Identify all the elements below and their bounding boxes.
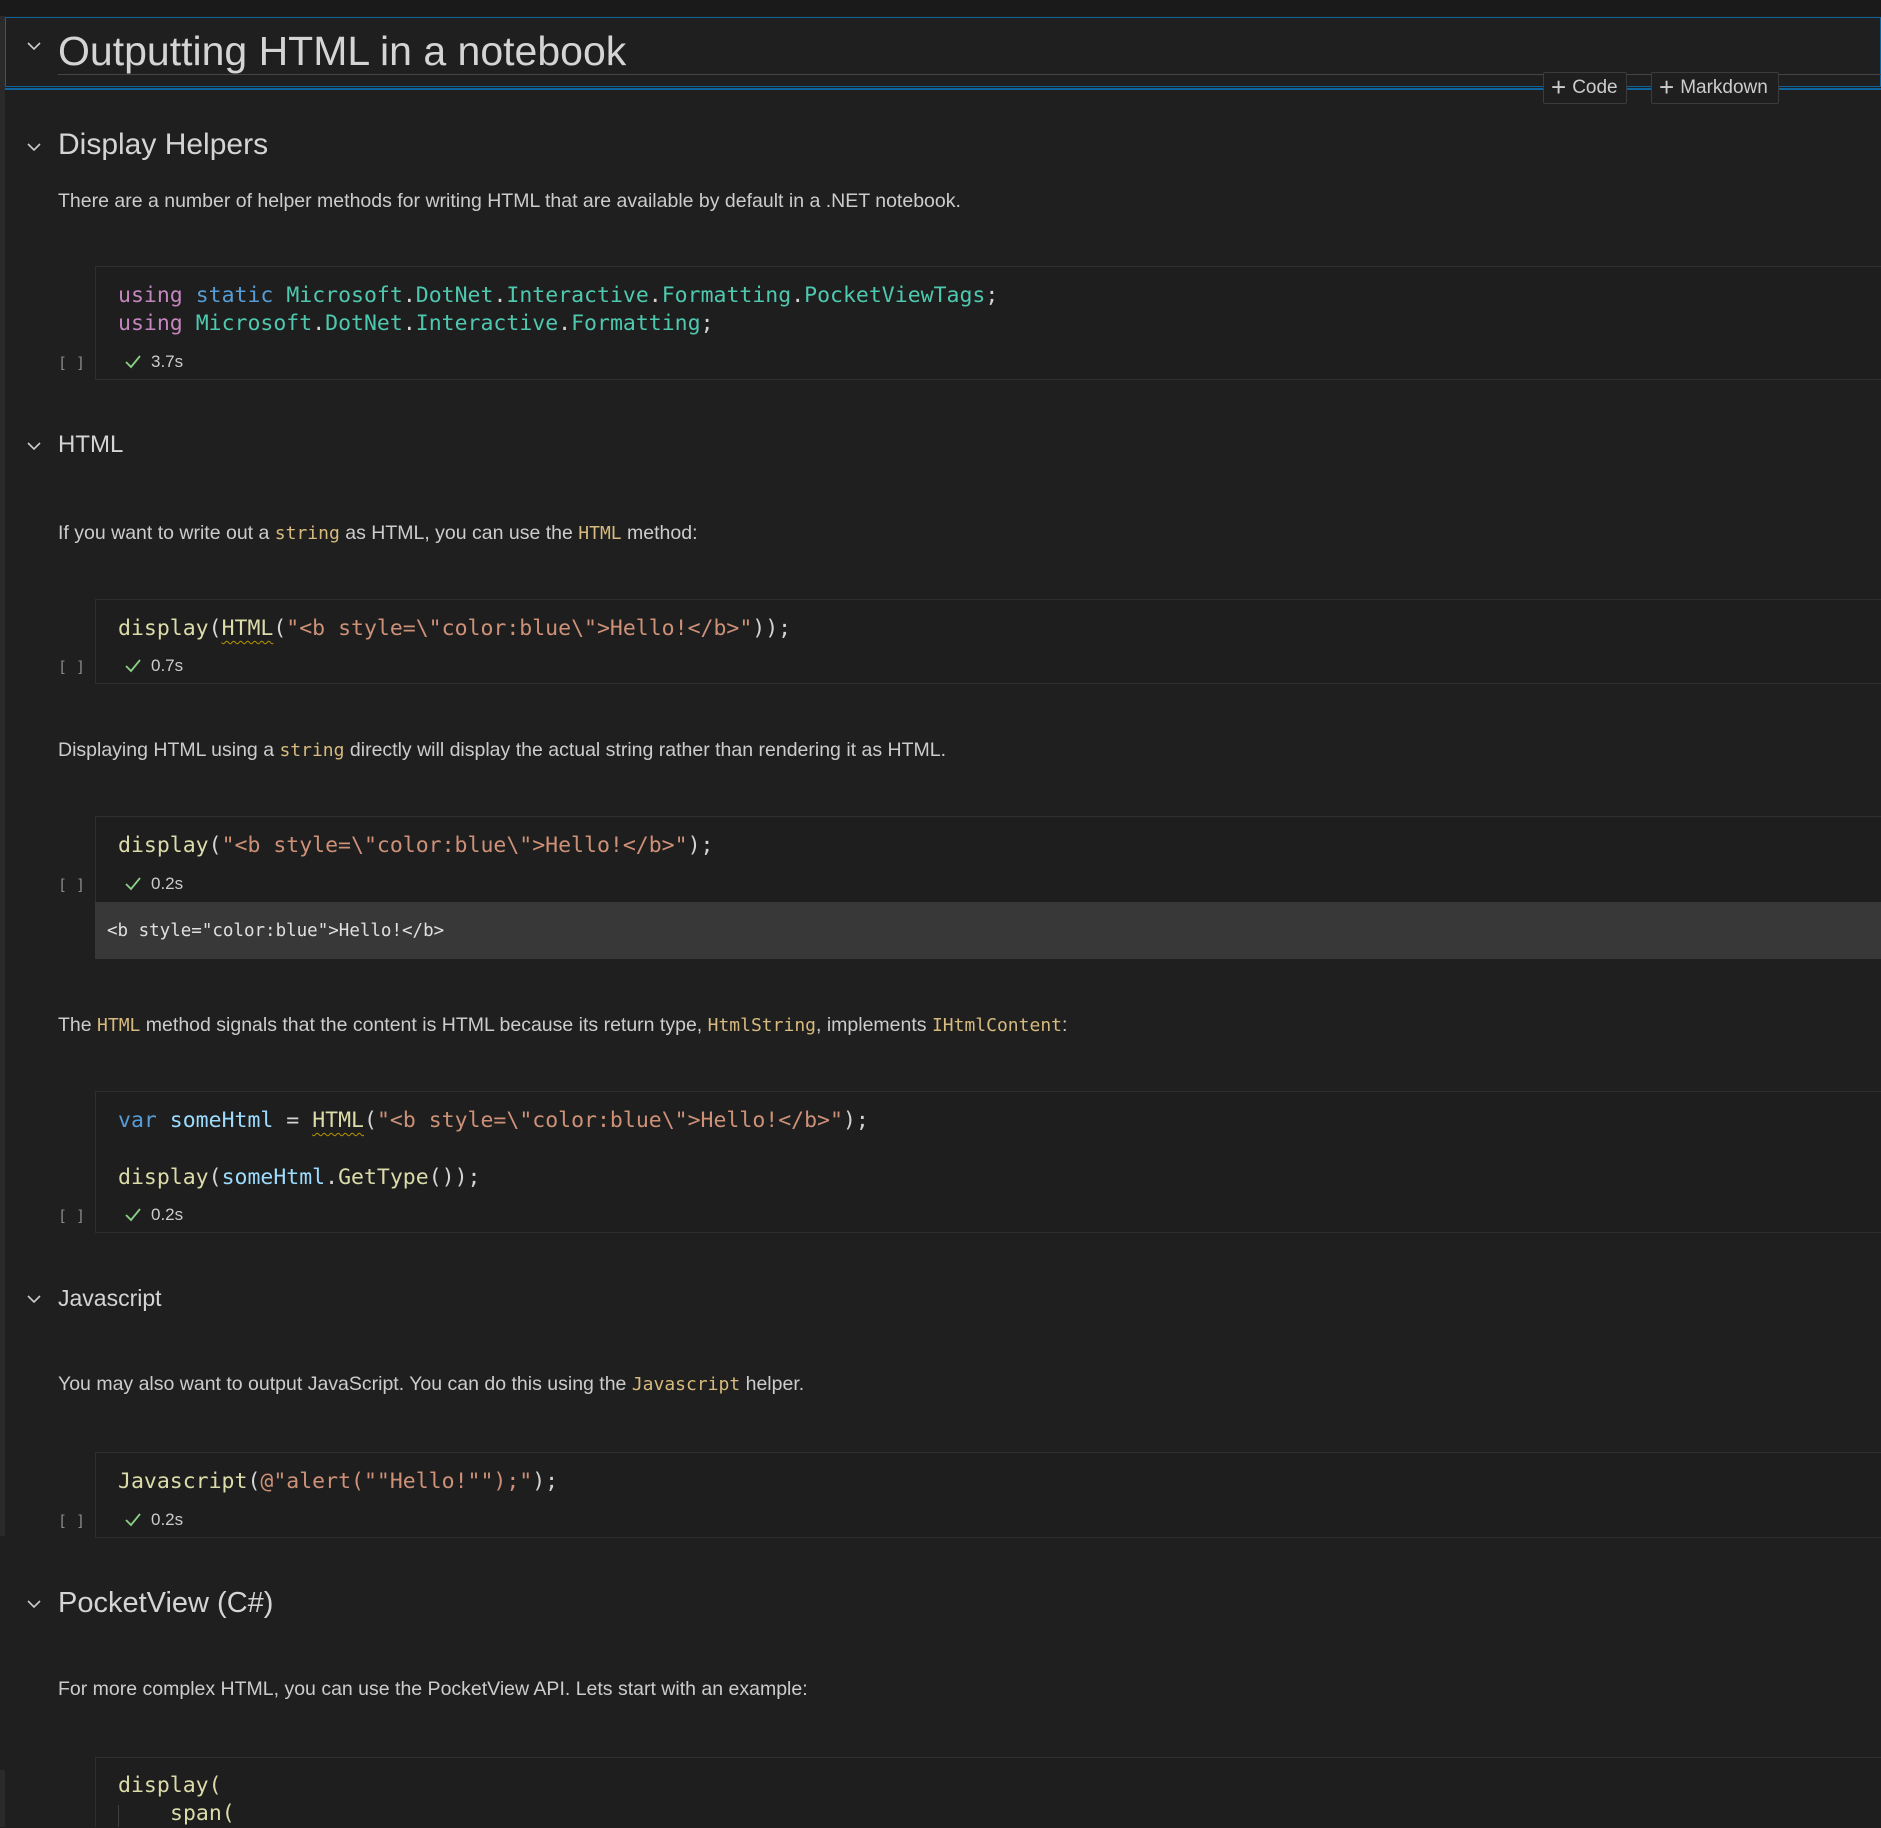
collapse-chevron-icon[interactable] xyxy=(24,36,44,56)
execution-order: [ ] xyxy=(58,876,86,894)
execution-order: [ ] xyxy=(58,658,86,676)
paragraph: You may also want to output JavaScript. … xyxy=(58,1373,805,1395)
execution-order: [ ] xyxy=(58,1512,86,1530)
indent-guide xyxy=(118,1805,119,1827)
plus-icon: + xyxy=(1551,71,1567,102)
collapse-chevron-icon[interactable] xyxy=(24,1289,44,1309)
section-heading: Javascript xyxy=(58,1285,162,1311)
editor-top-band xyxy=(0,0,1881,16)
section-heading: HTML xyxy=(58,431,124,458)
paragraph: There are a number of helper methods for… xyxy=(58,190,961,212)
section-heading: Display Helpers xyxy=(58,128,269,161)
check-icon xyxy=(125,1208,141,1222)
cell-gutter-rail-lower xyxy=(0,1770,5,1827)
add-markdown-cell-button[interactable]: + Markdown xyxy=(1651,72,1779,104)
add-markdown-label: Markdown xyxy=(1680,77,1768,98)
notebook-title: Outputting HTML in a notebook xyxy=(58,28,627,74)
code-line[interactable]: span( xyxy=(170,1800,235,1828)
execution-status: 3.7s xyxy=(123,352,183,372)
check-icon xyxy=(125,355,141,369)
execution-status: 0.7s xyxy=(123,656,183,676)
execution-status: 0.2s xyxy=(123,874,183,894)
collapse-chevron-icon[interactable] xyxy=(24,137,44,157)
code-line[interactable]: using Microsoft.DotNet.Interactive.Forma… xyxy=(118,310,714,338)
check-icon xyxy=(125,1513,141,1527)
cell-output[interactable]: <b style="color:blue">Hello!</b> xyxy=(95,902,1881,959)
paragraph: The HTML method signals that the content… xyxy=(58,1014,1068,1036)
collapse-chevron-icon[interactable] xyxy=(24,1594,44,1614)
execution-status: 0.2s xyxy=(123,1510,183,1530)
code-line[interactable]: display("<b style=\"color:blue\">Hello!<… xyxy=(118,832,713,860)
code-cell[interactable] xyxy=(95,1757,1881,1827)
add-code-cell-button[interactable]: + Code xyxy=(1543,72,1627,104)
check-icon xyxy=(125,659,141,673)
execution-status: 0.2s xyxy=(123,1205,183,1225)
code-line[interactable]: display(someHtml.GetType()); xyxy=(118,1164,480,1192)
code-line[interactable]: display( xyxy=(118,1772,222,1800)
section-heading: PocketView (C#) xyxy=(58,1587,274,1619)
add-code-label: Code xyxy=(1572,77,1618,98)
code-line[interactable]: var someHtml = HTML("<b style=\"color:bl… xyxy=(118,1107,869,1135)
execution-order: [ ] xyxy=(58,1207,86,1225)
paragraph: For more complex HTML, you can use the P… xyxy=(58,1678,808,1700)
code-line[interactable]: using static Microsoft.DotNet.Interactiv… xyxy=(118,282,998,310)
execution-order: [ ] xyxy=(58,354,86,372)
collapse-chevron-icon[interactable] xyxy=(24,436,44,456)
code-line[interactable]: display(HTML("<b style=\"color:blue\">He… xyxy=(118,615,791,643)
cell-gutter-rail xyxy=(0,16,5,1536)
code-line[interactable]: Javascript(@"alert(""Hello!"");"); xyxy=(118,1468,558,1496)
paragraph: If you want to write out a string as HTM… xyxy=(58,522,698,544)
check-icon xyxy=(125,877,141,891)
paragraph: Displaying HTML using a string directly … xyxy=(58,739,946,761)
plus-icon: + xyxy=(1659,71,1675,102)
